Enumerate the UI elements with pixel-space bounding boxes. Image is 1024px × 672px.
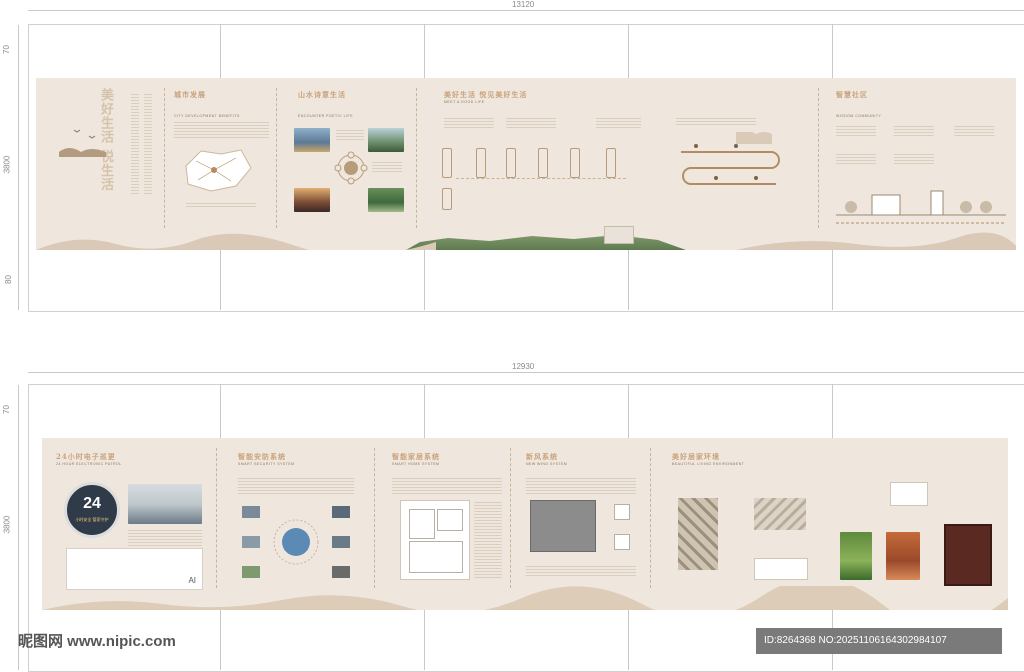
timeline-chip-1 xyxy=(442,148,452,178)
street-photo xyxy=(294,188,330,212)
top-width-label: 13120 xyxy=(512,0,535,9)
city-dev-subtitle: CITY DEVELOPMENT BENEFITS xyxy=(174,114,240,118)
bottom-panel: 24小时电子巡更 24 HOUR ELECTRONIC PATROL 24 小时… xyxy=(42,438,1008,610)
living-env-subtitle: BEAUTIFUL LIVING ENVIRONMENT xyxy=(672,462,745,466)
watermark-right: ID:8264368 NO:20251106164302984107 xyxy=(764,635,947,646)
floor-texture xyxy=(678,498,718,570)
lake-photo xyxy=(368,128,404,152)
timeline-chip-7 xyxy=(442,188,452,210)
living-env-title: 美好居家环境 xyxy=(672,452,720,461)
top-margin-label: 70 xyxy=(1,45,11,54)
bottom-margin-label: 80 xyxy=(3,275,13,284)
timeline-chip-4 xyxy=(538,148,548,178)
desert-photo xyxy=(886,532,920,580)
city-photo xyxy=(294,128,330,152)
timeline-chip-2 xyxy=(476,148,486,178)
hills-decoration xyxy=(36,232,1016,250)
people-walking-illustration xyxy=(681,132,780,185)
badge-text: 小时安全 管家守护 xyxy=(75,517,109,522)
birds-illustration xyxy=(59,129,106,157)
ventilation-plan xyxy=(530,500,596,552)
top-panel: 美好生活 悦生活 城市发展 CITY DEVELOPMENT BENEFITS … xyxy=(36,78,1016,250)
vent-icon-1 xyxy=(614,504,630,520)
circle-diagram xyxy=(334,151,368,185)
lower-height-label: 3800 xyxy=(2,515,12,534)
patrol-title: 24小时电子巡更 xyxy=(56,452,116,461)
wind-title: 新风系统 xyxy=(526,452,558,461)
wind-subtitle: NEW WIND SYSTEM xyxy=(526,462,568,466)
door-sample xyxy=(944,524,992,586)
badge-number: 24 xyxy=(83,495,101,512)
bamboo-photo xyxy=(840,532,872,580)
good-life-title: 美好生活 悦见美好生活 xyxy=(444,90,528,99)
lower-margin-label: 70 xyxy=(1,405,11,414)
city-dev-title: 城市发展 xyxy=(174,90,206,99)
poetic-title: 山水诗意生活 xyxy=(298,90,346,99)
guards-photo xyxy=(128,484,202,524)
bottom-hills-decoration xyxy=(42,586,1008,610)
patrol-subtitle: 24 HOUR ELECTRONIC PATROL xyxy=(56,462,122,466)
wall-texture xyxy=(754,498,806,530)
security-subtitle: SMART SECURITY SYSTEM xyxy=(238,462,295,466)
timeline-chip-3 xyxy=(506,148,516,178)
window-sample xyxy=(890,482,928,506)
monitor-illustration: AI xyxy=(66,548,203,590)
timeline-chip-6 xyxy=(606,148,616,178)
poetic-subtitle: ENCOUNTER POETIC LIFE xyxy=(298,114,354,118)
ai-label: AI xyxy=(188,576,196,585)
good-life-subtitle: MEET A GOOD LIFE xyxy=(444,100,485,104)
smart-home-title: 智能家居系统 xyxy=(392,452,440,461)
bottom-width-label: 12930 xyxy=(512,362,535,371)
wisdom-title: 智慧社区 xyxy=(836,90,868,99)
vent-icon-2 xyxy=(614,534,630,550)
city-map xyxy=(185,149,252,192)
timeline-chip-5 xyxy=(570,148,580,178)
patrol-badge: 24 小时安全 管家守护 xyxy=(64,482,120,538)
security-diagram xyxy=(242,506,350,578)
floor-plan xyxy=(400,500,470,580)
security-title: 智能安防系统 xyxy=(238,452,286,461)
watermark-left: 昵图网 www.nipic.com xyxy=(18,633,176,650)
park-photo xyxy=(368,188,404,212)
top-height-label: 3800 xyxy=(2,155,12,174)
panel-sample xyxy=(754,558,808,580)
smart-home-subtitle: SMART HOME SYSTEM xyxy=(392,462,440,466)
wisdom-subtitle: WISDOM COMMUNITY xyxy=(836,114,882,118)
